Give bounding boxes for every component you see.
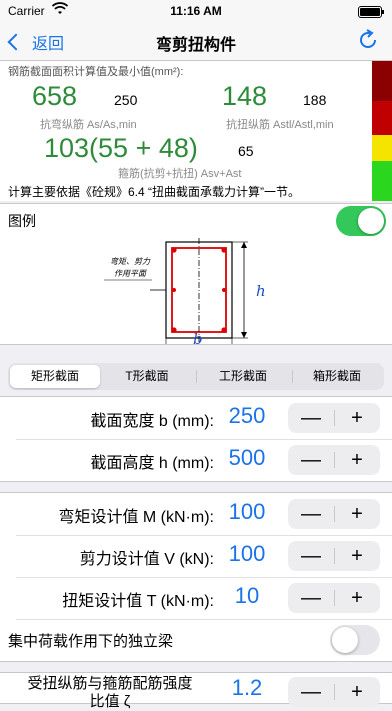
height-decrement-button[interactable]: — [288, 445, 334, 475]
shear-label: 剪力设计值 V (kN): [79, 551, 214, 568]
status-segment [372, 61, 392, 101]
strength-ratio-increment-button[interactable]: + [334, 677, 380, 707]
width-symbol: b [193, 330, 203, 344]
tab-box-section[interactable]: 箱形截面 [292, 365, 382, 388]
moment-decrement-button[interactable]: — [288, 499, 334, 529]
battery-icon [358, 6, 384, 18]
height-stepper: — + [288, 445, 380, 475]
shear-row: 剪力设计值 V (kN): 100 — + [0, 535, 392, 577]
height-label: 截面高度 h (mm): [90, 455, 214, 472]
concentrated-load-row: 集中荷载作用下的独立梁 [0, 619, 392, 661]
stirrup-min: 65 [238, 143, 254, 159]
moment-plane-note-line2: 作用平面 [114, 269, 148, 278]
results-panel: 钢筋截面面积计算值及最小值(mm²): 658 250 抗弯纵筋 As/As,m… [0, 61, 372, 201]
legend-panel: 图例 弯矩、剪力 作用平面 h b [0, 203, 392, 345]
width-value[interactable]: 250 [214, 403, 280, 429]
strength-ratio-value[interactable]: 1.2 [214, 675, 280, 701]
strength-ratio-label: 受扭纵筋与箍筋配筋强度 比值 ζ [20, 675, 200, 711]
tab-i-section[interactable]: 工形截面 [198, 365, 288, 388]
shear-increment-button[interactable]: + [334, 541, 380, 571]
moment-increment-button[interactable]: + [334, 499, 380, 529]
strength-ratio-group: 受扭纵筋与箍筋配筋强度 比值 ζ 1.2 — + [0, 672, 392, 710]
torsional-steel-value: 148 [222, 81, 268, 111]
torque-stepper: — + [288, 583, 380, 613]
status-color-bar [372, 61, 392, 201]
strength-ratio-row: 受扭纵筋与箍筋配筋强度 比值 ζ 1.2 — + [0, 673, 392, 710]
width-stepper: — + [288, 403, 380, 433]
flexural-steel-min: 250 [114, 92, 138, 108]
tab-rectangular[interactable]: 矩形截面 [10, 365, 100, 388]
height-symbol: h [256, 282, 266, 300]
shear-value[interactable]: 100 [214, 541, 280, 567]
strength-ratio-decrement-button[interactable]: — [288, 677, 334, 707]
status-segment [372, 161, 392, 181]
page-title: 弯剪扭构件 [155, 37, 236, 54]
height-value[interactable]: 500 [214, 445, 280, 471]
moment-stepper: — + [288, 499, 380, 529]
status-segment [372, 181, 392, 201]
section-type-tabs: 矩形截面 T形截面 工形截面 箱形截面 [8, 363, 384, 390]
torque-decrement-button[interactable]: — [288, 583, 334, 613]
stirrup-label: 箍筋(抗剪+抗扭) Asv+Ast [118, 168, 242, 180]
moment-value[interactable]: 100 [214, 499, 280, 525]
torque-value[interactable]: 10 [214, 583, 280, 609]
width-label: 截面宽度 b (mm): [90, 413, 214, 430]
status-bar: Carrier 11:16 AM [0, 0, 392, 22]
width-row: 截面宽度 b (mm): 250 — + [0, 397, 392, 439]
width-increment-button[interactable]: + [334, 403, 380, 433]
moment-row: 弯矩设计值 M (kN·m): 100 — + [0, 493, 392, 535]
shear-decrement-button[interactable]: — [288, 541, 334, 571]
shear-stepper: — + [288, 541, 380, 571]
strength-ratio-stepper: — + [288, 677, 380, 707]
torque-row: 扭矩设计值 T (kN·m): 10 — + [0, 577, 392, 619]
results-header: 钢筋截面面积计算值及最小值(mm²): [8, 66, 184, 78]
loads-group: 弯矩设计值 M (kN·m): 100 — + 剪力设计值 V (kN): 10… [0, 492, 392, 662]
refresh-icon[interactable] [356, 28, 380, 52]
section-diagram: 弯矩、剪力 作用平面 h b [104, 238, 266, 344]
tab-t-section[interactable]: T形截面 [102, 365, 192, 388]
status-segment [372, 135, 392, 161]
legend-toggle[interactable] [336, 206, 386, 236]
concentrated-load-label: 集中荷载作用下的独立梁 [8, 633, 174, 650]
torque-increment-button[interactable]: + [334, 583, 380, 613]
moment-plane-note-line1: 弯矩、剪力 [110, 257, 151, 266]
stirrup-value: 103(55 + 48) [44, 133, 198, 163]
navigation-bar: 返回 弯剪扭构件 [0, 22, 392, 61]
status-segment [372, 101, 392, 135]
code-reference-note: 计算主要依据《砼规》6.4 “扭曲截面承载力计算”一节。 [8, 185, 301, 199]
flexural-steel-value: 658 [32, 81, 78, 111]
flexural-steel-label: 抗弯纵筋 As/As,min [40, 119, 137, 131]
height-row: 截面高度 h (mm): 500 — + [0, 439, 392, 481]
strength-ratio-label-line1: 受扭纵筋与箍筋配筋强度 [27, 675, 193, 692]
concentrated-load-toggle[interactable] [330, 625, 380, 655]
width-decrement-button[interactable]: — [288, 403, 334, 433]
legend-title: 图例 [8, 213, 36, 229]
torsional-steel-label: 抗扭纵筋 Astl/Astl,min [226, 119, 334, 131]
moment-label: 弯矩设计值 M (kN·m): [58, 509, 214, 526]
height-increment-button[interactable]: + [334, 445, 380, 475]
dimensions-group: 截面宽度 b (mm): 250 — + 截面高度 h (mm): 500 — … [0, 396, 392, 482]
torque-label: 扭矩设计值 T (kN·m): [62, 593, 214, 610]
torsional-steel-min: 188 [303, 92, 327, 108]
clock: 11:16 AM [170, 4, 222, 18]
